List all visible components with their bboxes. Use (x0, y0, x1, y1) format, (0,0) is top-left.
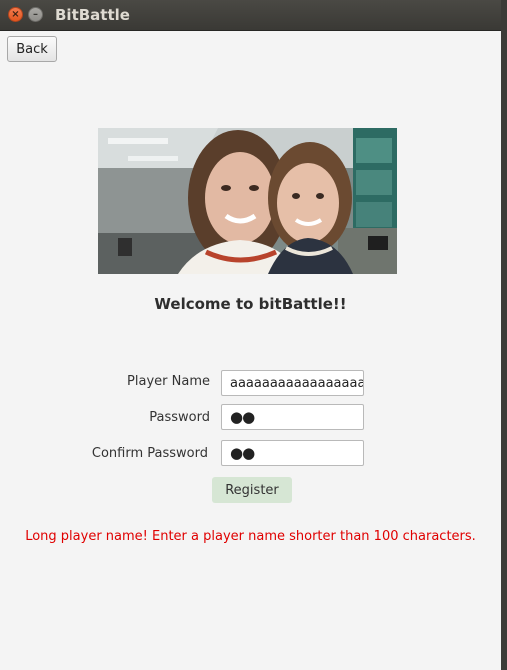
main-content: Back Welcome to bitBattle!! Player Name … (0, 31, 501, 670)
app-window: × – BitBattle Back Welcome to bitBattle!… (0, 0, 501, 670)
minimize-icon: – (33, 8, 38, 20)
welcome-photo (98, 128, 397, 274)
password-input[interactable]: ●● (221, 404, 364, 430)
welcome-heading: Welcome to bitBattle!! (154, 295, 347, 313)
window-title: BitBattle (55, 6, 130, 24)
password-label: Password (149, 410, 210, 425)
close-icon: × (11, 8, 20, 20)
error-message: Long player name! Enter a player name sh… (25, 529, 476, 544)
minimize-window-button[interactable]: – (28, 7, 43, 22)
confirm-password-input[interactable]: ●● (221, 440, 364, 466)
register-button[interactable]: Register (212, 477, 292, 503)
close-window-button[interactable]: × (8, 7, 23, 22)
title-bar: × – BitBattle (0, 0, 501, 31)
player-name-input[interactable]: aaaaaaaaaaaaaaaaa (221, 370, 364, 396)
back-button[interactable]: Back (7, 36, 57, 62)
player-name-label: Player Name (127, 374, 210, 389)
desktop-background-strip (501, 0, 507, 670)
confirm-password-label: Confirm Password (91, 446, 208, 461)
